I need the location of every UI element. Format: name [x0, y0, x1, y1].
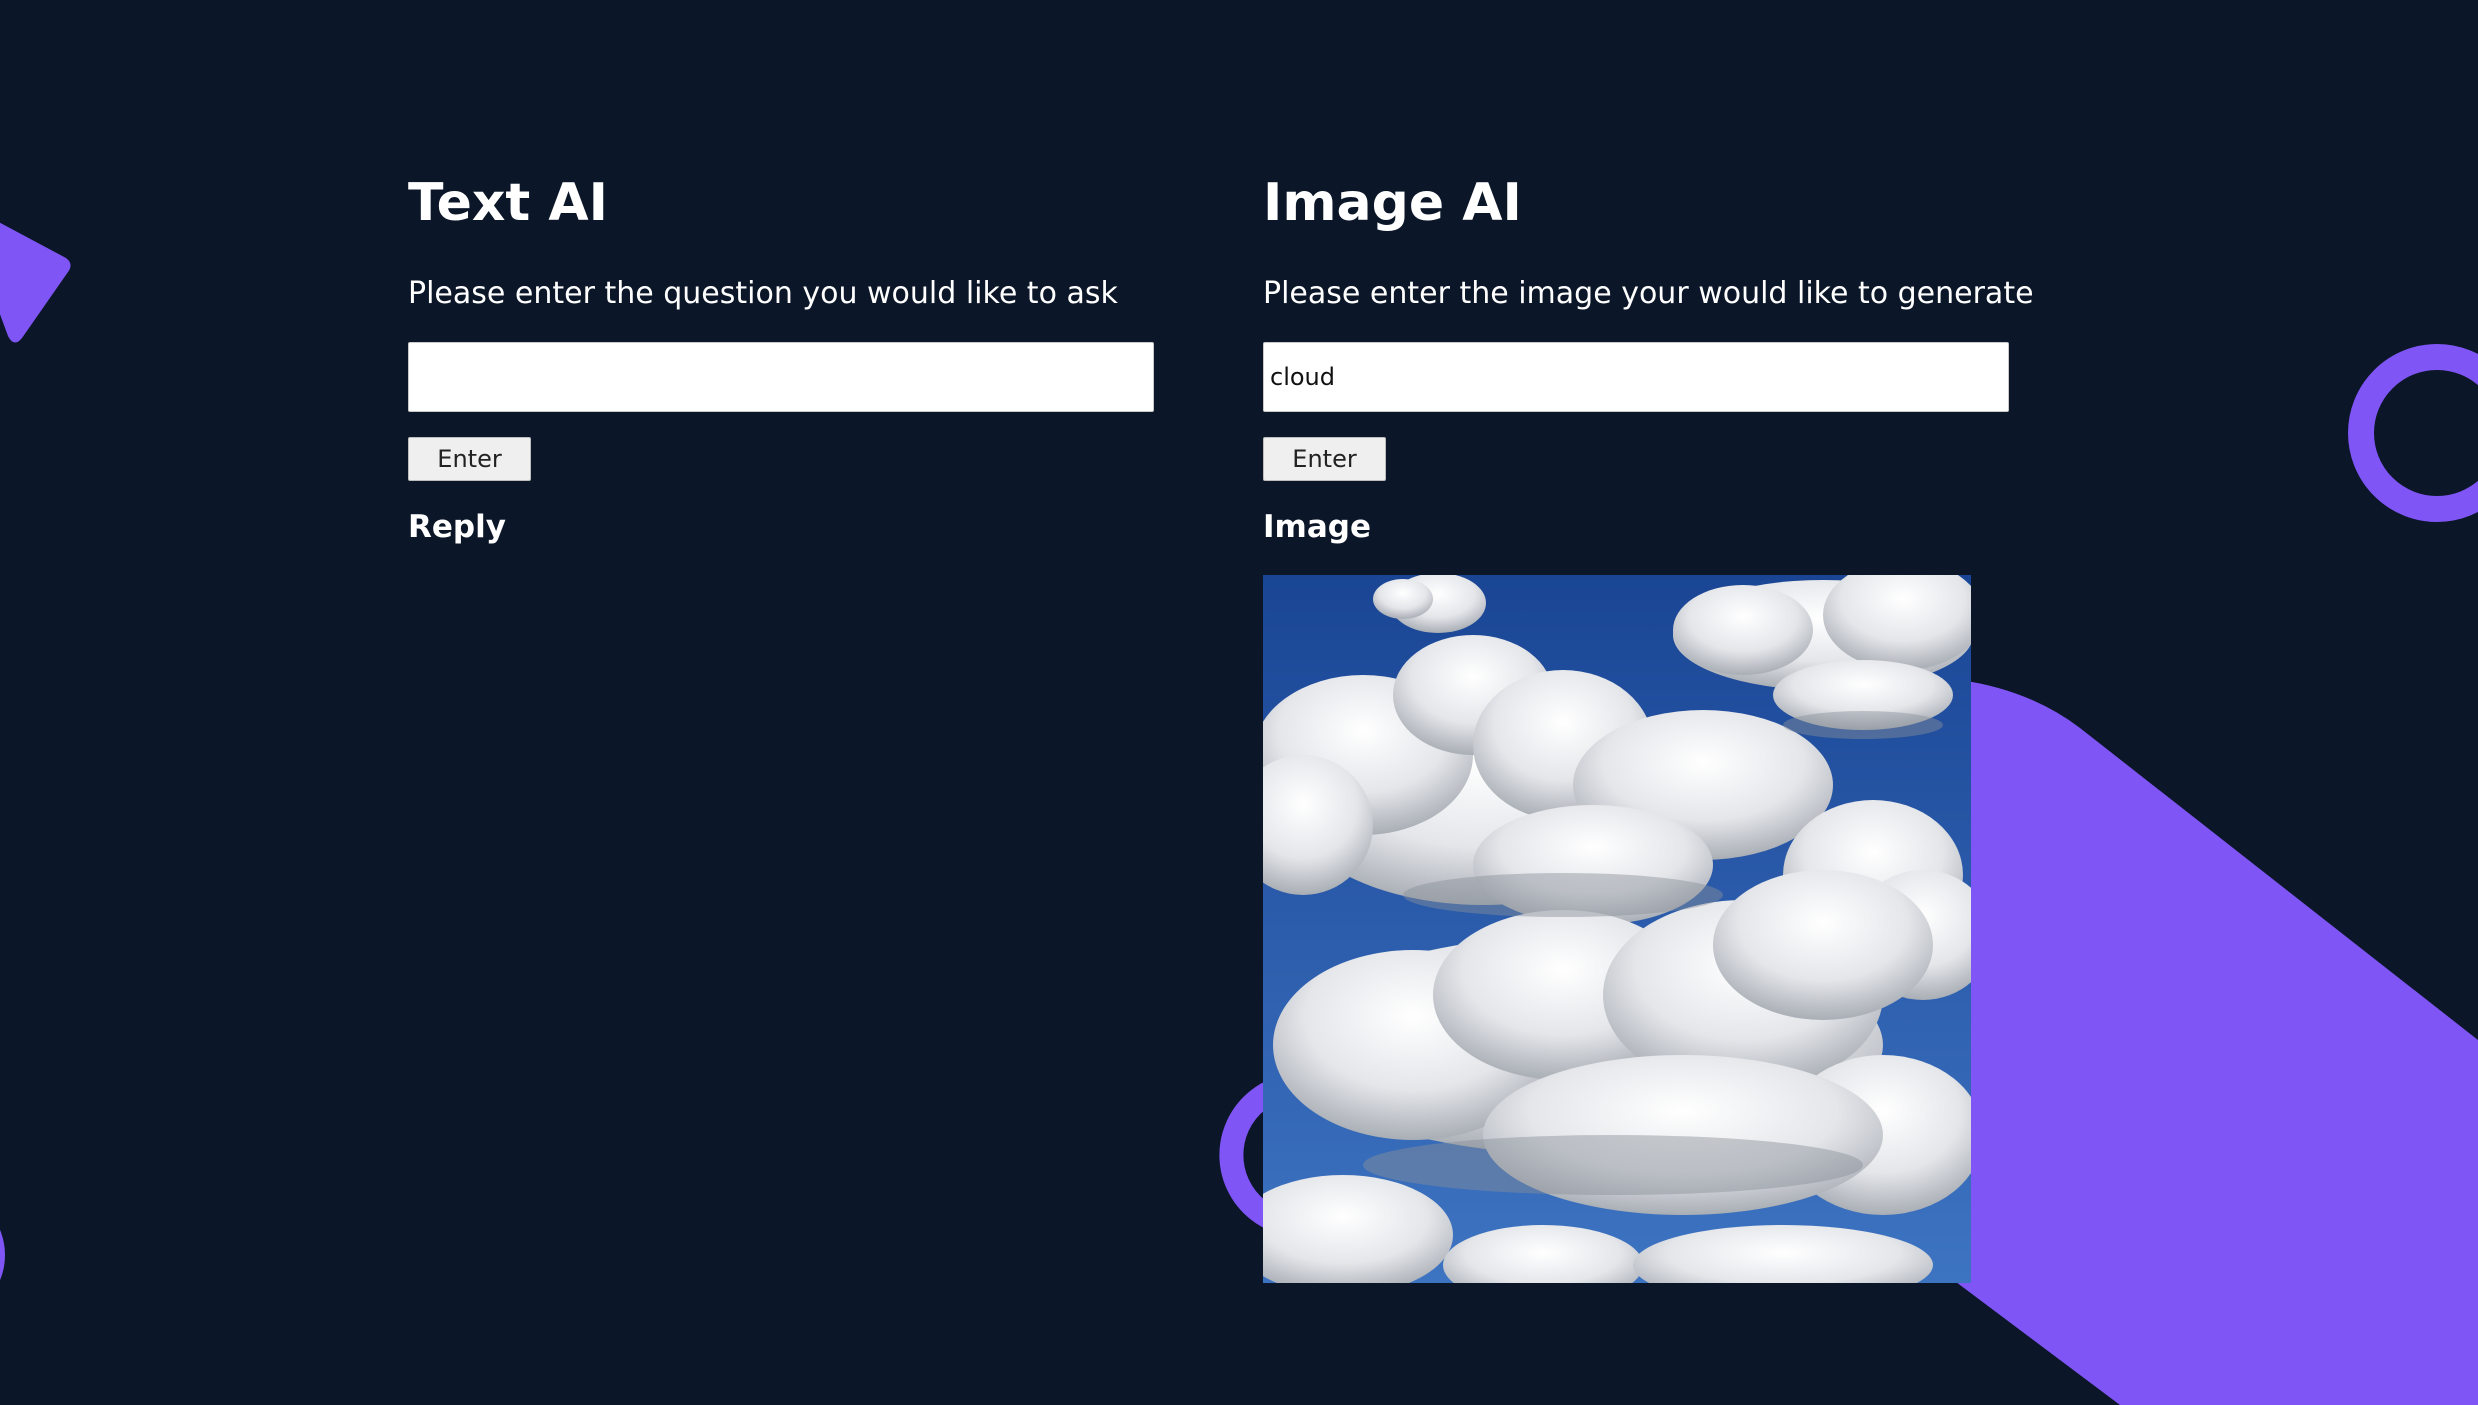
text-ai-prompt: Please enter the question you would like…: [408, 276, 1118, 311]
image-ai-prompt: Please enter the image your would like t…: [1263, 276, 2034, 311]
text-ai-enter-button[interactable]: Enter: [408, 437, 531, 481]
image-ai-enter-button[interactable]: Enter: [1263, 437, 1386, 481]
question-input[interactable]: [408, 342, 1154, 412]
image-ai-panel: Image AI Please enter the image your wou…: [1263, 172, 2034, 1283]
image-heading: Image: [1263, 509, 1371, 545]
text-ai-title: Text AI: [408, 173, 608, 233]
image-prompt-input[interactable]: [1263, 342, 2009, 412]
generated-cloud-image: [1263, 575, 1971, 1283]
image-ai-title: Image AI: [1263, 173, 1522, 233]
decorative-triangle: [0, 222, 71, 343]
reply-heading: Reply: [408, 509, 506, 545]
decorative-ring-right: [2348, 344, 2478, 522]
decorative-arc-left: [0, 1229, 5, 1281]
text-ai-panel: Text AI Please enter the question you wo…: [408, 172, 1154, 545]
decorative-blob-right: [1900, 680, 2478, 1405]
